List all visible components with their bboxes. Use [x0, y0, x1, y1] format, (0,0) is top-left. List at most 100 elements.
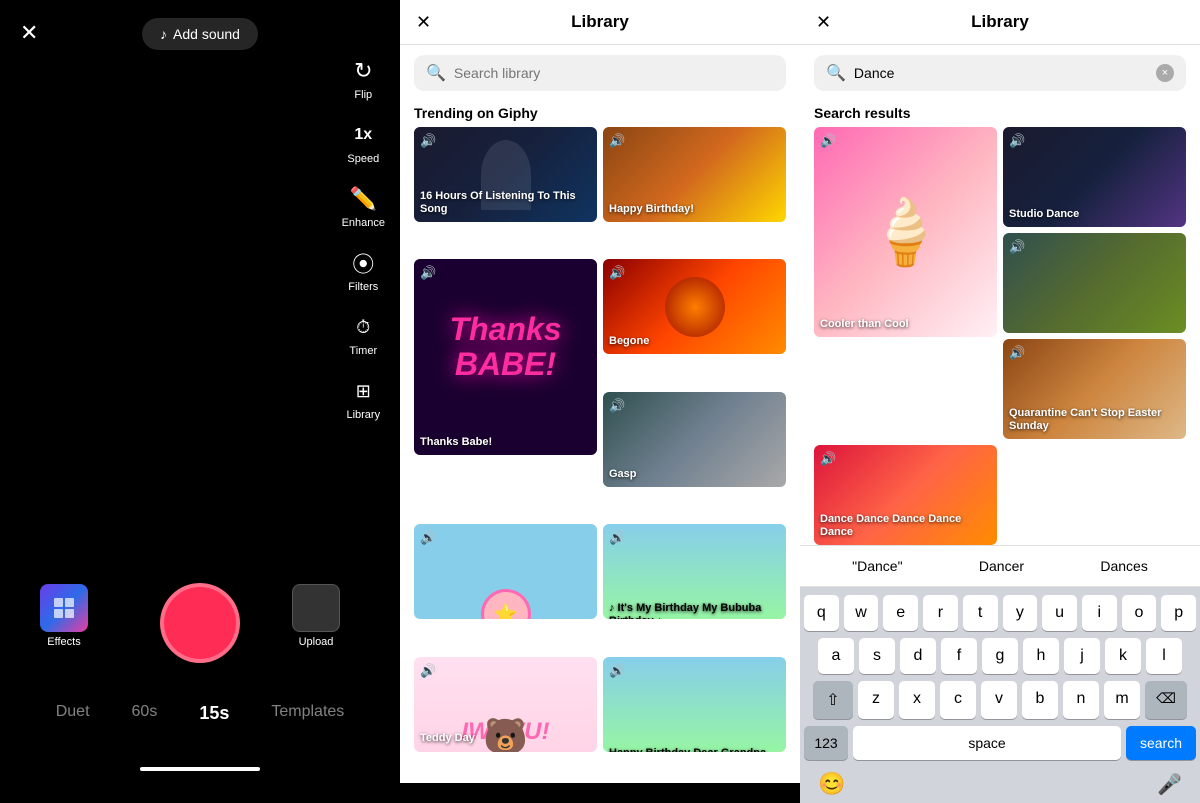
key-v[interactable]: v [981, 681, 1017, 719]
key-u[interactable]: u [1042, 595, 1077, 631]
microphone-button[interactable]: 🎤 [1157, 772, 1182, 797]
sound-icon: 🔊 [420, 265, 436, 281]
key-o[interactable]: o [1122, 595, 1157, 631]
flip-tool[interactable]: ↻ Flip [347, 55, 379, 101]
search-input-right[interactable] [854, 65, 1148, 81]
enhance-tool[interactable]: ✏️ Enhance [342, 183, 385, 229]
timer-icon: ⏱ [347, 311, 379, 343]
tab-60s[interactable]: 60s [126, 699, 164, 728]
result-dance2[interactable]: 🔊 Dance Dance Dance Dance Dance [814, 445, 997, 545]
close-library-button[interactable]: ✕ [416, 12, 431, 33]
emoji-bar: 😊 🎤 [804, 767, 1196, 799]
results-title: Search results [800, 101, 1200, 127]
record-button[interactable] [160, 583, 240, 663]
result-dance-kids[interactable]: 🔊 [1003, 233, 1186, 333]
keyboard-row-3: ⇧ z x c v b n m ⌫ [804, 681, 1196, 719]
key-shift[interactable]: ⇧ [813, 681, 853, 719]
result-label: Quarantine Can't Stop Easter Sunday [1009, 407, 1186, 433]
upload-thumbnail [292, 584, 340, 632]
enhance-icon: ✏️ [347, 183, 379, 215]
key-f[interactable]: f [941, 638, 977, 674]
gif-thanks[interactable]: 🔊 ThanksBABE! Thanks Babe! [414, 259, 597, 455]
suggestion-dancer[interactable]: Dancer [971, 554, 1032, 578]
result-icecream[interactable]: 🔊 🍦 Cooler than Cool [814, 127, 997, 337]
key-l[interactable]: l [1146, 638, 1182, 674]
add-sound-button[interactable]: ♪ Add sound [142, 18, 258, 50]
gif-gasp[interactable]: 🔊 Gasp [603, 392, 786, 487]
key-r[interactable]: r [923, 595, 958, 631]
key-a[interactable]: a [818, 638, 854, 674]
clear-search-button[interactable]: × [1156, 64, 1174, 82]
speed-tool[interactable]: 1x Speed [347, 119, 379, 165]
key-y[interactable]: y [1003, 595, 1038, 631]
result-studio[interactable]: 🔊 Studio Dance [1003, 127, 1186, 227]
gif-birthday[interactable]: 🔊 Happy Birthday! [603, 127, 786, 222]
search-suggestions: "Dance" Dancer Dances [800, 545, 1200, 587]
effects-icon [40, 584, 88, 632]
key-t[interactable]: t [963, 595, 998, 631]
gif-label: Happy Birthday Dear Grandpa [609, 747, 766, 751]
key-h[interactable]: h [1023, 638, 1059, 674]
key-numbers[interactable]: 123 [804, 726, 848, 760]
gif-loveyou[interactable]: 🔊 ⭐ I Love You [414, 524, 597, 619]
suggestion-dance-quote[interactable]: "Dance" [844, 554, 910, 578]
result-label: Studio Dance [1009, 208, 1079, 221]
key-d[interactable]: d [900, 638, 936, 674]
filters-tool[interactable]: ⦿ Filters [347, 247, 379, 293]
tab-15s[interactable]: 15s [193, 699, 235, 728]
keyboard-row-1: q w e r t y u i o p [804, 595, 1196, 631]
key-s[interactable]: s [859, 638, 895, 674]
sound-icon: 🔊 [609, 133, 625, 149]
key-g[interactable]: g [982, 638, 1018, 674]
sound-icon: 🔊 [820, 451, 836, 467]
key-z[interactable]: z [858, 681, 894, 719]
search-bar[interactable]: 🔍 [414, 55, 786, 91]
camera-panel: ✕ ♪ Add sound ↻ Flip 1x Speed ✏️ Enhance… [0, 0, 400, 783]
music-icon: ♪ [160, 26, 167, 42]
keyboard: q w e r t y u i o p a s d f g h j k l ⇧ … [800, 587, 1200, 803]
key-m[interactable]: m [1104, 681, 1140, 719]
search-input[interactable] [454, 65, 774, 81]
gif-teddy[interactable]: 🔊 🐻 IWUVU! Teddy Day [414, 657, 597, 752]
key-p[interactable]: p [1161, 595, 1196, 631]
gif-birthday2[interactable]: 🔊 ♪ It's My Birthday My Bububa Birthday … [603, 524, 786, 619]
result-label: Cooler than Cool [820, 318, 909, 331]
tab-templates[interactable]: Templates [265, 699, 350, 728]
key-x[interactable]: x [899, 681, 935, 719]
library-header-right: ✕ Library [800, 0, 1200, 45]
suggestion-dances[interactable]: Dances [1092, 554, 1155, 578]
search-bar-filled[interactable]: 🔍 × [814, 55, 1186, 91]
effects-button[interactable]: Effects [40, 584, 88, 648]
result-quarantine[interactable]: 🔊 Quarantine Can't Stop Easter Sunday [1003, 339, 1186, 439]
key-delete[interactable]: ⌫ [1145, 681, 1187, 719]
key-w[interactable]: w [844, 595, 879, 631]
key-space[interactable]: space [853, 726, 1121, 760]
key-q[interactable]: q [804, 595, 839, 631]
close-camera-button[interactable]: ✕ [20, 20, 38, 46]
speed-icon: 1x [347, 119, 379, 151]
upload-button[interactable]: Upload [292, 584, 340, 648]
filters-icon: ⦿ [347, 247, 379, 279]
key-c[interactable]: c [940, 681, 976, 719]
gif-jojo[interactable]: 🔊 16 Hours Of Listening To This Song [414, 127, 597, 222]
gif-label: Teddy Day [420, 732, 475, 745]
emoji-button[interactable]: 😊 [818, 771, 845, 797]
gif-label: ♪ It's My Birthday My Bububa Birthday ♪ [609, 602, 786, 619]
gif-begone[interactable]: 🔊 Begone [603, 259, 786, 354]
key-j[interactable]: j [1064, 638, 1100, 674]
library-header: ✕ Library [400, 0, 800, 45]
key-e[interactable]: e [883, 595, 918, 631]
tab-duet[interactable]: Duet [50, 699, 96, 728]
key-k[interactable]: k [1105, 638, 1141, 674]
key-b[interactable]: b [1022, 681, 1058, 719]
key-n[interactable]: n [1063, 681, 1099, 719]
library-title: Library [571, 12, 629, 32]
close-library-search-button[interactable]: ✕ [816, 12, 831, 33]
library-tool[interactable]: ⊞ Library [346, 375, 380, 421]
key-search[interactable]: search [1126, 726, 1196, 760]
sound-icon: 🔊 [420, 663, 436, 679]
gif-grandpa[interactable]: 🔊 Happy Birthday Dear Grandpa [603, 657, 786, 752]
section-title-trending: Trending on Giphy [400, 101, 800, 127]
timer-tool[interactable]: ⏱ Timer [347, 311, 379, 357]
key-i[interactable]: i [1082, 595, 1117, 631]
